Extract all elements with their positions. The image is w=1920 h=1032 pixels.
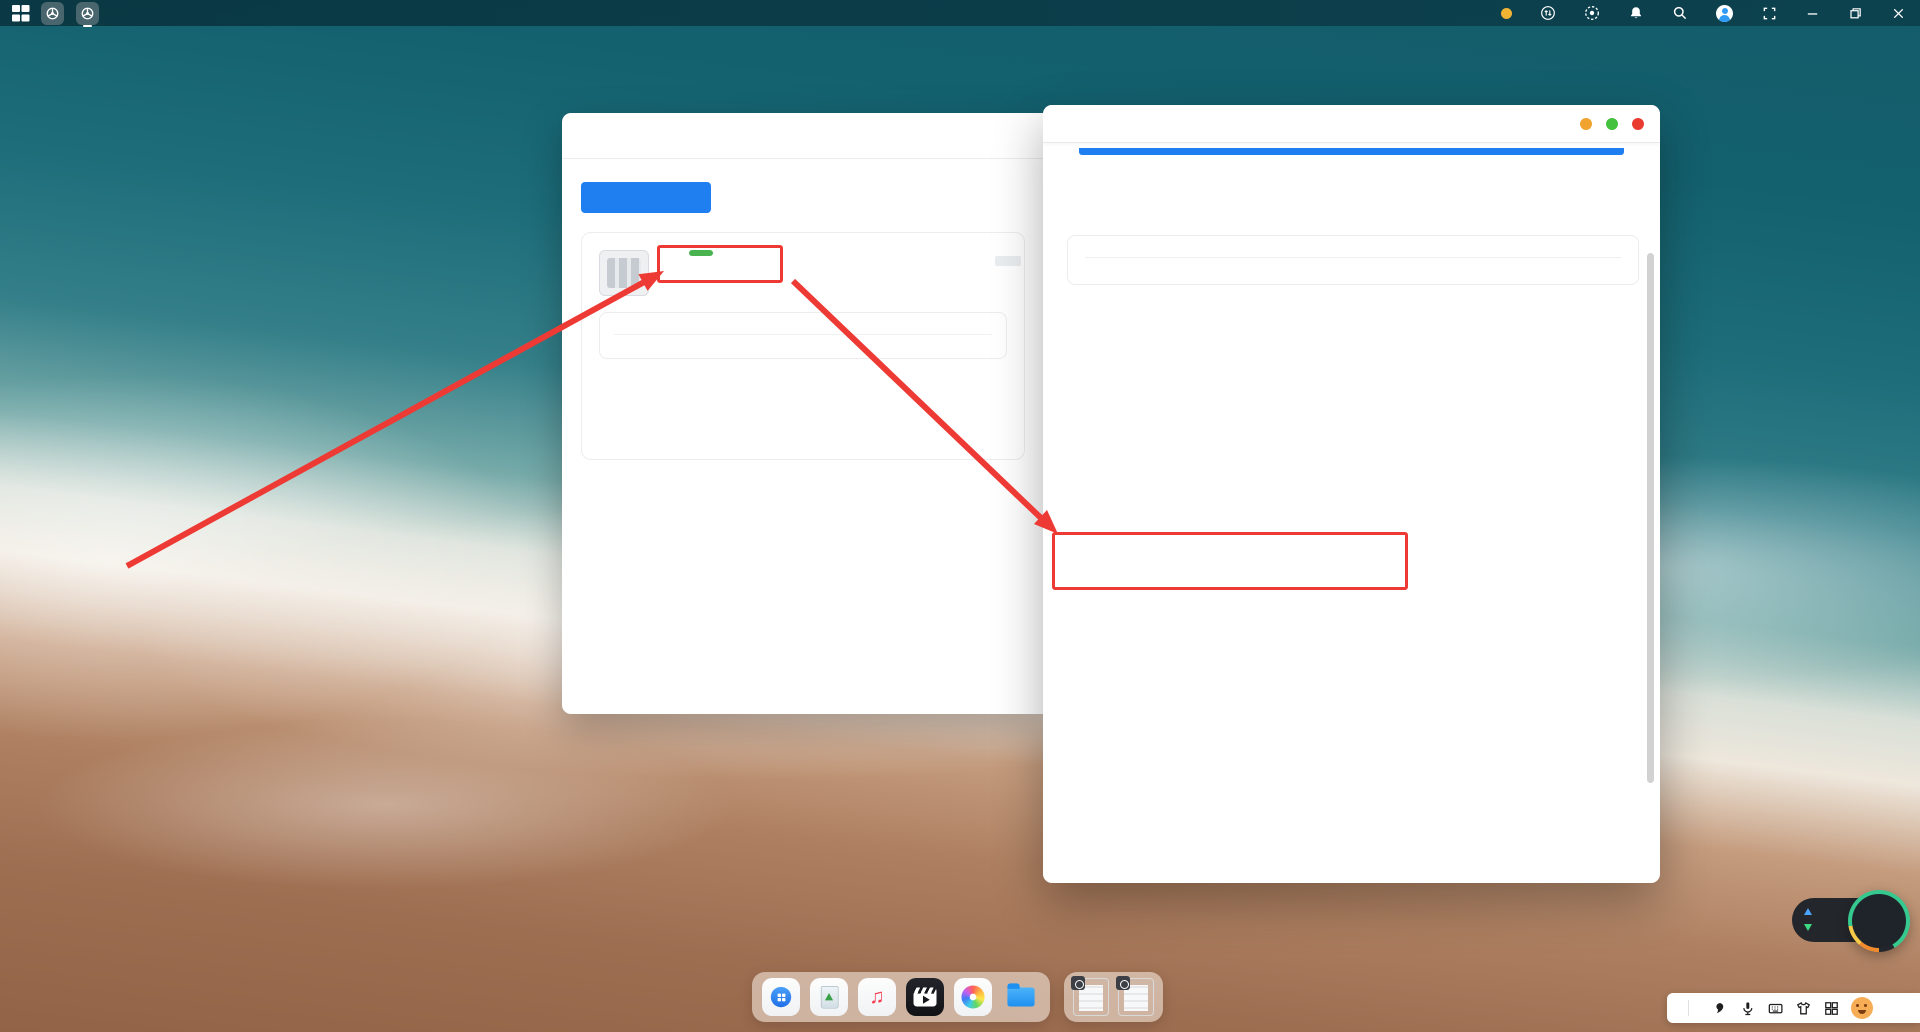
upload-arrow-icon [1804,908,1812,915]
divider [614,334,992,335]
skin-theme-icon[interactable] [1795,1000,1812,1017]
window-preview[interactable] [1118,978,1154,1016]
top-taskbar [0,0,1920,26]
usage-ring [1848,890,1910,952]
steering-wheel-icon [45,6,60,21]
open-windows-group [1064,972,1163,1022]
ime-toolbox-icon[interactable] [1823,1000,1840,1017]
minimize-icon[interactable] [1805,6,1820,21]
dialog-vdev-panel [1067,235,1639,285]
taskbar-app-settings[interactable] [76,2,99,25]
fullscreen-icon[interactable] [1762,6,1777,21]
user-avatar[interactable] [1716,5,1733,22]
search-icon[interactable] [1672,5,1688,21]
window-preview[interactable] [1073,978,1109,1016]
ime-toolbar [1667,993,1920,1023]
dock-music[interactable] [858,978,896,1016]
folder-icon [1002,978,1040,1016]
app-grid-icon [762,978,800,1016]
dialog-titlebar[interactable] [1043,105,1660,143]
dock-app-launcher[interactable] [762,978,800,1016]
dock-albums[interactable] [954,978,992,1016]
status-dot-icon[interactable] [1501,8,1512,19]
divider [1688,1000,1689,1016]
dock-video[interactable] [906,978,944,1016]
pool-usage-fragment [995,250,1021,266]
pool-card[interactable] [581,232,1025,460]
recycle-bin-icon [810,978,848,1016]
dock [752,972,1050,1022]
music-icon [858,978,896,1016]
active-app-indicator [83,25,92,27]
create-pool-button[interactable] [581,182,711,213]
nas-device-image [599,250,649,296]
voice-input-icon[interactable] [1739,1000,1756,1017]
divider [1085,257,1621,258]
usage-mini-bar [995,256,1021,266]
minimize-light-button[interactable] [1580,118,1592,130]
pool-options-dialog [1043,105,1660,883]
dock-files[interactable] [1002,978,1040,1016]
notifications-bell-icon[interactable] [1628,5,1644,21]
close-icon[interactable] [1891,6,1906,21]
dialog-body [1043,143,1660,883]
pool-usage-bar [1079,148,1624,155]
dialog-scrollbar[interactable] [1647,253,1654,783]
ime-mascot-icon[interactable] [1851,997,1873,1019]
storage-tab-bar [562,113,1044,159]
desktop-root [0,0,1920,1032]
download-arrow-icon [1804,924,1812,931]
albums-icon [954,978,992,1016]
pool-status-badge [689,250,713,256]
dock-recycle-bin[interactable] [810,978,848,1016]
taskbar-app-storage[interactable] [41,2,64,25]
screen-record-icon[interactable] [1584,5,1600,21]
close-light-button[interactable] [1632,118,1644,130]
vdev-panel [599,312,1007,359]
sync-icon[interactable] [1540,5,1556,21]
virtual-keyboard-icon[interactable] [1767,1000,1784,1017]
video-icon [906,978,944,1016]
storage-manager-window [562,113,1044,714]
ink-handwriting-icon[interactable] [1711,1000,1728,1017]
start-menu-icon[interactable] [12,5,29,22]
restore-icon[interactable] [1848,6,1863,21]
maximize-light-button[interactable] [1606,118,1618,130]
desktop-icon-grid [28,70,248,942]
steering-wheel-icon [80,6,95,21]
